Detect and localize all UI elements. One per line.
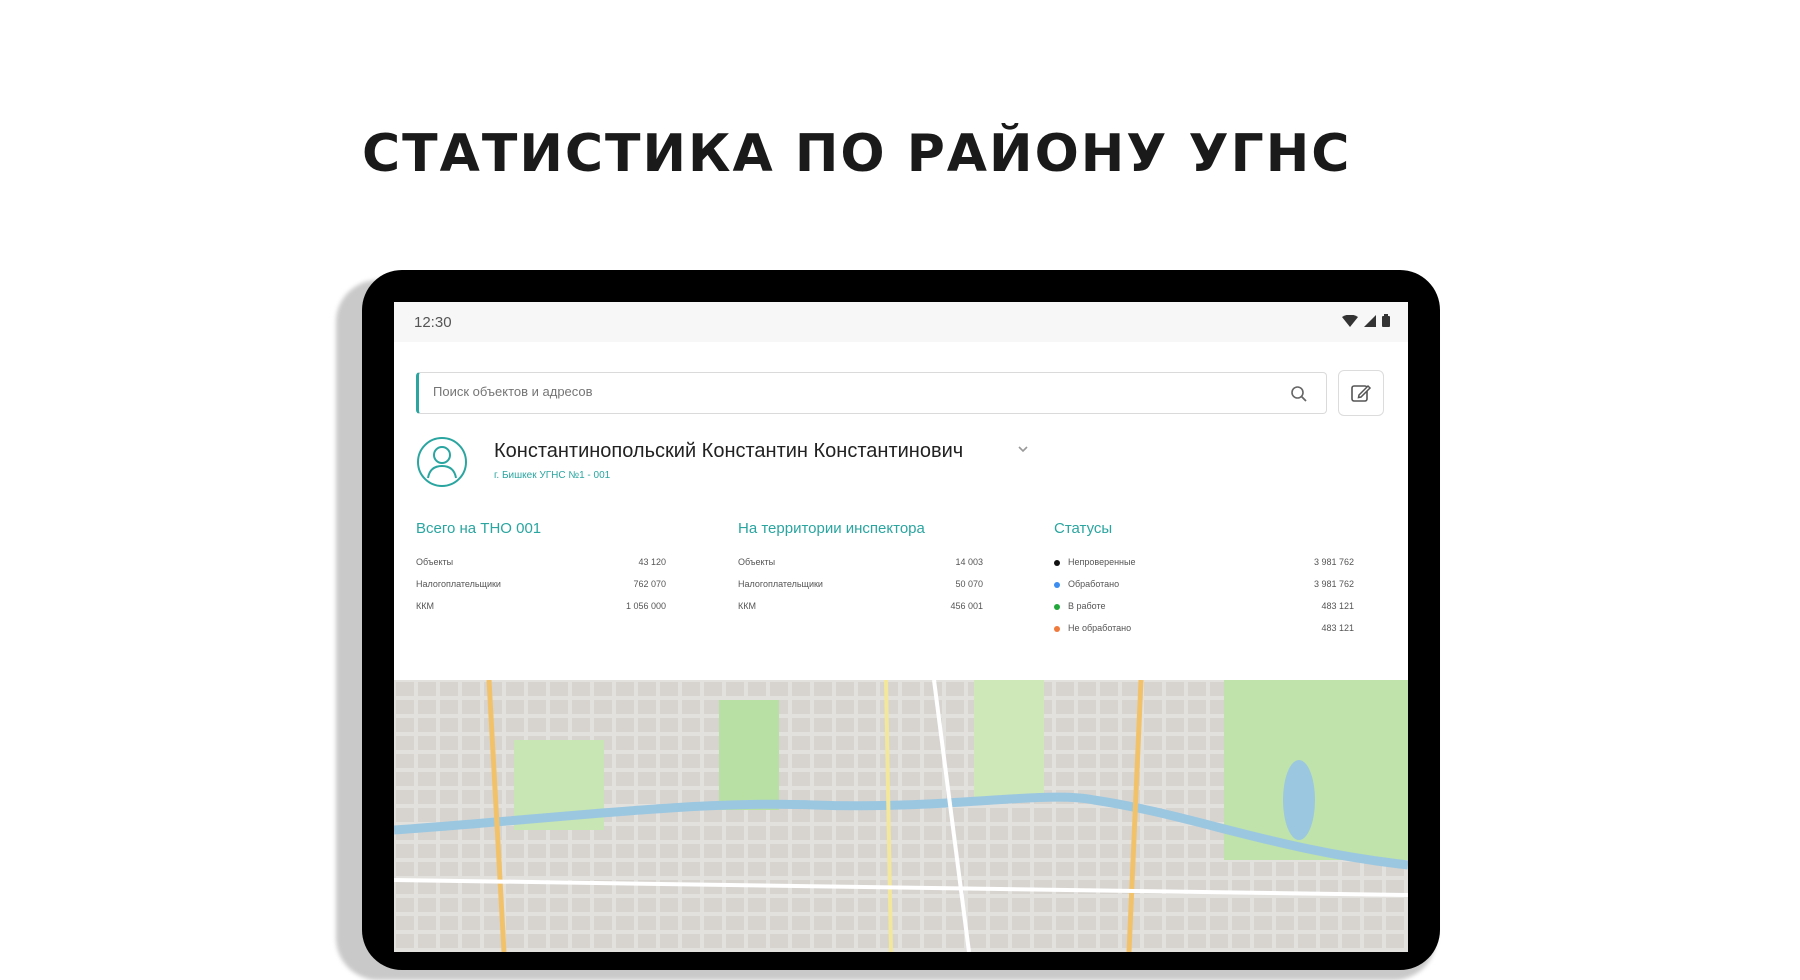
- stat-label: Объекты: [738, 557, 776, 567]
- inspector-name[interactable]: Константинопольский Константин Константи…: [494, 440, 963, 463]
- status-value: 3 981 762: [1313, 579, 1354, 589]
- stat-value: 43 120: [638, 557, 666, 567]
- edit-button[interactable]: [1338, 370, 1384, 416]
- stat-label: ККМ: [738, 601, 756, 611]
- search-icon[interactable]: [1290, 385, 1308, 403]
- stat-row: Налогоплательщики 50 070: [738, 573, 983, 595]
- status-time: 12:30: [414, 314, 452, 331]
- status-bar: 12:30: [394, 302, 1408, 342]
- stat-label: Налогоплательщики: [416, 579, 501, 589]
- map-canvas[interactable]: [394, 680, 1408, 952]
- stat-value: 1 056 000: [625, 601, 666, 611]
- stats-inspector-title: На территории инспектора: [738, 520, 925, 537]
- wifi-icon: [1342, 314, 1358, 327]
- stat-label: ККМ: [416, 601, 434, 611]
- status-label: Непроверенные: [1068, 557, 1136, 567]
- status-row: В работе 483 121: [1054, 595, 1354, 617]
- status-label: В работе: [1068, 601, 1106, 611]
- search-input[interactable]: [431, 383, 1255, 400]
- stat-value: 762 070: [633, 579, 666, 589]
- status-dot: [1054, 625, 1060, 632]
- stat-row: ККМ 456 001: [738, 595, 983, 617]
- status-dot: [1054, 603, 1060, 610]
- stat-label: Налогоплательщики: [738, 579, 823, 589]
- status-label: Не обработано: [1068, 623, 1132, 633]
- stats-total: Всего на ТНО 001 Объекты 43 120 Налогопла…: [416, 520, 666, 617]
- battery-icon: [1382, 314, 1390, 327]
- inspector-subtitle: г. Бишкек УГНС №1 - 001: [494, 470, 611, 481]
- stat-row: Налогоплательщики 762 070: [416, 573, 666, 595]
- stat-value: 50 070: [955, 579, 983, 589]
- tablet-frame: 12:30 Константинопольский Константин Кон…: [362, 270, 1440, 970]
- chevron-down-icon[interactable]: [1016, 444, 1030, 454]
- stats-statuses-title: Статусы: [1054, 520, 1113, 537]
- stat-value: 456 001: [950, 601, 983, 611]
- status-dot: [1054, 581, 1060, 588]
- stat-value: 14 003: [955, 557, 983, 567]
- map-park: [974, 680, 1044, 800]
- status-value: 3 981 762: [1313, 557, 1354, 567]
- avatar-icon: [417, 437, 467, 487]
- status-row: Непроверенные 3 981 762: [1054, 551, 1354, 573]
- status-value: 483 121: [1321, 623, 1354, 633]
- edit-icon: [1351, 384, 1372, 402]
- stat-row: Объекты 43 120: [416, 551, 666, 573]
- status-row: Не обработано 483 121: [1054, 617, 1354, 639]
- city-map[interactable]: [394, 680, 1408, 952]
- status-label: Обработано: [1068, 579, 1120, 589]
- inspector-profile: Константинопольский Константин Константи…: [416, 436, 1316, 496]
- map-park: [719, 700, 779, 810]
- signal-icon: [1364, 314, 1376, 327]
- page-headline: СТАТИСТИКА ПО РАЙОНУ УГНС: [362, 124, 1352, 184]
- stat-row: Объекты 14 003: [738, 551, 983, 573]
- stat-label: Объекты: [416, 557, 454, 567]
- status-dot: [1054, 559, 1060, 566]
- stats-total-title: Всего на ТНО 001: [416, 520, 542, 537]
- status-row: Обработано 3 981 762: [1054, 573, 1354, 595]
- stats-statuses: Статусы Непроверенные 3 981 762 Обработан…: [1054, 520, 1354, 639]
- stats-inspector: На территории инспектора Объекты 14 003 Н…: [738, 520, 983, 617]
- status-icons: [1342, 314, 1390, 327]
- search-box[interactable]: [416, 372, 1327, 414]
- map-lake: [1283, 760, 1315, 840]
- status-value: 483 121: [1321, 601, 1354, 611]
- tablet-screen: 12:30 Константинопольский Константин Кон…: [394, 302, 1408, 952]
- stat-row: ККМ 1 056 000: [416, 595, 666, 617]
- search-row: [416, 370, 1384, 416]
